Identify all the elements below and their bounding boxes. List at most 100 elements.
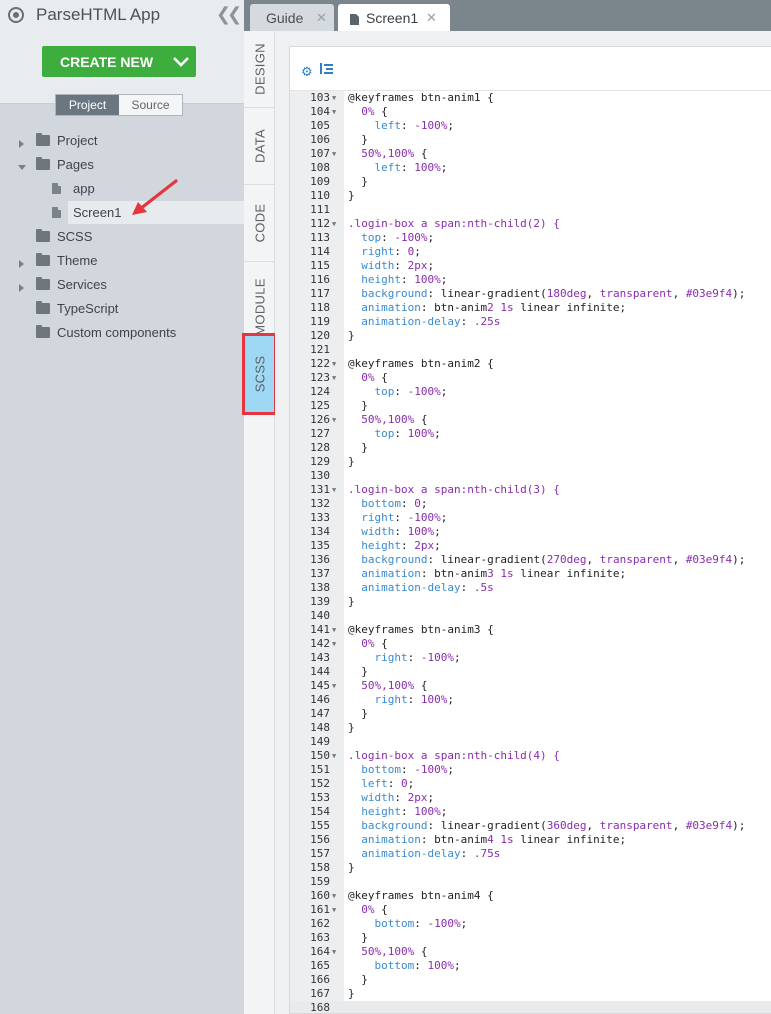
fold-toggle-icon[interactable]: ▼: [332, 945, 336, 959]
fold-toggle-icon[interactable]: ▼: [332, 483, 336, 497]
code-line[interactable]: 143 right: -100%;: [290, 651, 771, 665]
tree-item-scss[interactable]: SCSS: [0, 224, 244, 248]
code-line[interactable]: 168: [290, 1001, 771, 1013]
code-line[interactable]: 123 ▼ 0% {: [290, 371, 771, 385]
code-line[interactable]: 131 ▼ .login-box a span:nth-child(3) {: [290, 483, 771, 497]
code-line[interactable]: 109 }: [290, 175, 771, 189]
create-new-button[interactable]: CREATE NEW: [42, 46, 196, 77]
fold-toggle-icon[interactable]: ▼: [332, 371, 336, 385]
close-icon[interactable]: ✕: [426, 10, 437, 26]
code-line[interactable]: 157 animation-delay: .75s: [290, 847, 771, 861]
tab-data[interactable]: DATA: [244, 108, 275, 185]
tree-item-theme[interactable]: Theme: [0, 248, 244, 272]
code-line[interactable]: 110}: [290, 189, 771, 203]
code-line[interactable]: 113 top: -100%;: [290, 231, 771, 245]
code-line[interactable]: 146 right: 100%;: [290, 693, 771, 707]
code-line[interactable]: 106 }: [290, 133, 771, 147]
code-line[interactable]: 125 }: [290, 399, 771, 413]
format-code-icon[interactable]: [320, 62, 333, 78]
code-line[interactable]: 132 bottom: 0;: [290, 497, 771, 511]
tree-item-custom-components[interactable]: Custom components: [0, 320, 244, 344]
code-line[interactable]: 105 left: -100%;: [290, 119, 771, 133]
code-line[interactable]: 136 background: linear-gradient(270deg, …: [290, 553, 771, 567]
tab-code[interactable]: CODE: [244, 185, 275, 262]
code-line[interactable]: 144 }: [290, 665, 771, 679]
code-line[interactable]: 162 bottom: -100%;: [290, 917, 771, 931]
code-line[interactable]: 103 ▼ @keyframes btn-anim1 {: [290, 91, 771, 105]
code-line[interactable]: 159: [290, 875, 771, 889]
fold-toggle-icon[interactable]: ▼: [332, 217, 336, 231]
code-line[interactable]: 111: [290, 203, 771, 217]
code-line[interactable]: 153 width: 2px;: [290, 791, 771, 805]
code-line[interactable]: 124 top: -100%;: [290, 385, 771, 399]
code-line[interactable]: 108 left: 100%;: [290, 161, 771, 175]
code-line[interactable]: 142 ▼ 0% {: [290, 637, 771, 651]
code-line[interactable]: 139}: [290, 595, 771, 609]
code-line[interactable]: 118 animation: btn-anim2 1s linear infin…: [290, 301, 771, 315]
chevron-down-icon[interactable]: [166, 46, 196, 77]
caret-down-icon[interactable]: [18, 160, 26, 170]
code-line[interactable]: 141 ▼ @keyframes btn-anim3 {: [290, 623, 771, 637]
code-line[interactable]: 148}: [290, 721, 771, 735]
code-line[interactable]: 154 height: 100%;: [290, 805, 771, 819]
code-line[interactable]: 165 bottom: 100%;: [290, 959, 771, 973]
gear-icon[interactable]: ⚙: [301, 64, 313, 80]
code-line[interactable]: 164 ▼ 50%,100% {: [290, 945, 771, 959]
code-area[interactable]: 103 ▼ @keyframes btn-anim1 {104 ▼ 0% {105 l…: [290, 91, 771, 1013]
code-line[interactable]: 138 animation-delay: .5s: [290, 581, 771, 595]
code-line[interactable]: 122 ▼ @keyframes btn-anim2 {: [290, 357, 771, 371]
tab-screen1[interactable]: Screen1 ✕: [338, 4, 450, 31]
code-line[interactable]: 116 height: 100%;: [290, 273, 771, 287]
code-line[interactable]: 161 ▼ 0% {: [290, 903, 771, 917]
caret-right-icon[interactable]: [18, 280, 26, 292]
tree-item-typescript[interactable]: TypeScript: [0, 296, 244, 320]
fold-toggle-icon[interactable]: ▼: [332, 105, 336, 119]
tree-item-screen1[interactable]: Screen1: [0, 200, 244, 224]
tree-item-app[interactable]: app: [0, 176, 244, 200]
close-icon[interactable]: ✕: [316, 10, 327, 26]
fold-toggle-icon[interactable]: ▼: [332, 889, 336, 903]
fold-toggle-icon[interactable]: ▼: [332, 357, 336, 371]
code-line[interactable]: 115 width: 2px;: [290, 259, 771, 273]
tab-guide[interactable]: Guide ✕: [250, 4, 334, 31]
code-line[interactable]: 150 ▼ .login-box a span:nth-child(4) {: [290, 749, 771, 763]
code-line[interactable]: 130: [290, 469, 771, 483]
code-line[interactable]: 145 ▼ 50%,100% {: [290, 679, 771, 693]
code-line[interactable]: 158}: [290, 861, 771, 875]
code-line[interactable]: 152 left: 0;: [290, 777, 771, 791]
caret-right-icon[interactable]: [18, 136, 26, 148]
code-line[interactable]: 133 right: -100%;: [290, 511, 771, 525]
fold-toggle-icon[interactable]: ▼: [332, 903, 336, 917]
tree-item-pages[interactable]: Pages: [0, 152, 244, 176]
fold-toggle-icon[interactable]: ▼: [332, 413, 336, 427]
code-line[interactable]: 163 }: [290, 931, 771, 945]
project-toggle-button[interactable]: Project: [56, 95, 119, 115]
code-line[interactable]: 135 height: 2px;: [290, 539, 771, 553]
code-line[interactable]: 160 ▼ @keyframes btn-anim4 {: [290, 889, 771, 903]
code-line[interactable]: 156 animation: btn-anim4 1s linear infin…: [290, 833, 771, 847]
tree-item-services[interactable]: Services: [0, 272, 244, 296]
tab-scss[interactable]: SCSS: [242, 333, 277, 415]
code-line[interactable]: 140: [290, 609, 771, 623]
code-line[interactable]: 104 ▼ 0% {: [290, 105, 771, 119]
code-line[interactable]: 107 ▼ 50%,100% {: [290, 147, 771, 161]
tab-design[interactable]: DESIGN: [244, 31, 275, 108]
caret-right-icon[interactable]: [18, 256, 26, 268]
code-line[interactable]: 149: [290, 735, 771, 749]
fold-toggle-icon[interactable]: ▼: [332, 679, 336, 693]
tree-item-project[interactable]: Project: [0, 128, 244, 152]
fold-toggle-icon[interactable]: ▼: [332, 637, 336, 651]
code-line[interactable]: 155 background: linear-gradient(360deg, …: [290, 819, 771, 833]
source-toggle-button[interactable]: Source: [119, 95, 182, 115]
code-line[interactable]: 128 }: [290, 441, 771, 455]
code-line[interactable]: 127 top: 100%;: [290, 427, 771, 441]
code-line[interactable]: 166 }: [290, 973, 771, 987]
code-line[interactable]: 119 animation-delay: .25s: [290, 315, 771, 329]
fold-toggle-icon[interactable]: ▼: [332, 623, 336, 637]
code-line[interactable]: 137 animation: btn-anim3 1s linear infin…: [290, 567, 771, 581]
code-line[interactable]: 121: [290, 343, 771, 357]
fold-toggle-icon[interactable]: ▼: [332, 749, 336, 763]
fold-toggle-icon[interactable]: ▼: [332, 91, 336, 105]
collapse-sidebar-icon[interactable]: ❮❮: [216, 4, 242, 25]
code-line[interactable]: 134 width: 100%;: [290, 525, 771, 539]
